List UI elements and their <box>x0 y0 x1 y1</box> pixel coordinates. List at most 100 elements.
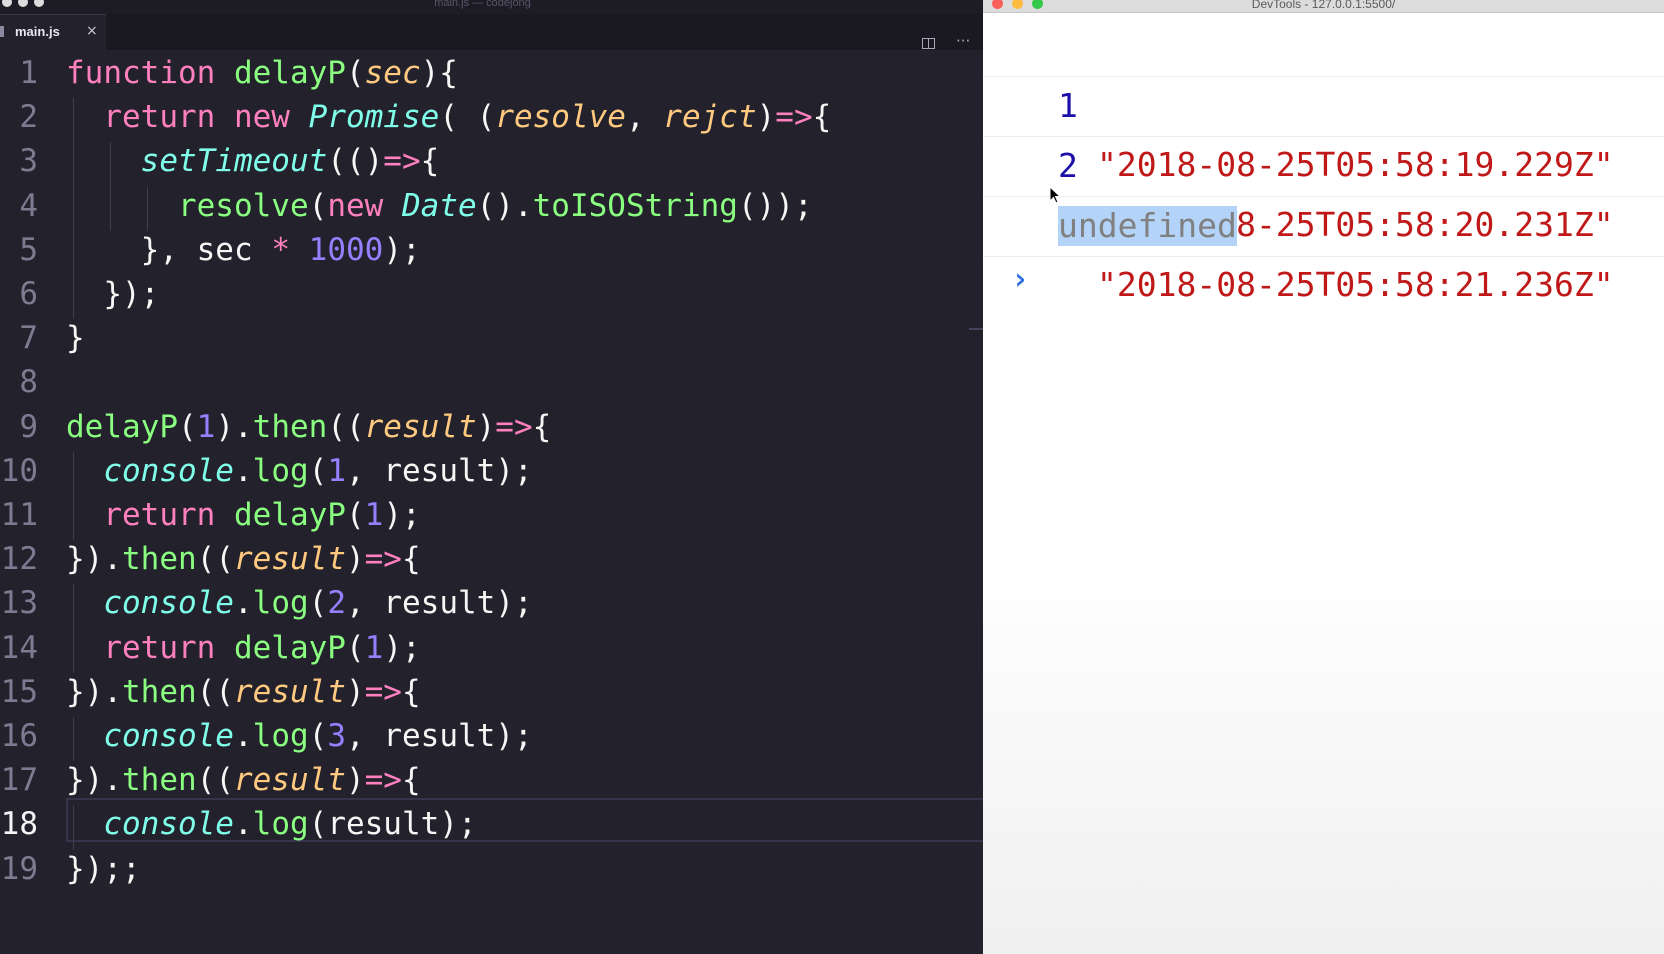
code-token: => <box>383 143 421 180</box>
code-token: log <box>252 718 309 754</box>
code-token: result <box>233 762 346 799</box>
code-text: console.log(1, result); <box>66 448 532 495</box>
more-actions-icon[interactable]: ··· <box>956 32 970 50</box>
line-number: 2 <box>19 99 38 136</box>
code-token: result <box>364 408 477 445</box>
code-line[interactable]: 14 return delayP(1); <box>0 625 983 672</box>
code-token: 1 <box>364 497 384 533</box>
code-token: { <box>812 99 832 136</box>
code-line[interactable]: 10 console.log(1, result); <box>0 448 983 495</box>
code-line[interactable]: 7} <box>0 315 983 362</box>
line-number: 11 <box>0 497 38 533</box>
code-token: (( <box>327 408 365 445</box>
code-line[interactable]: 11 return delayP(1); <box>0 492 983 539</box>
indent-guide <box>147 186 149 231</box>
code-token: delayP <box>233 497 346 533</box>
code-token: Date <box>401 187 477 224</box>
code-token: log <box>252 585 309 622</box>
devtools-window-title: DevTools - 127.0.0.1:5500/ <box>1251 0 1396 11</box>
code-token: . <box>233 806 253 843</box>
code-line[interactable]: 8 <box>0 359 983 406</box>
code-token: then <box>122 762 197 799</box>
code-token: 1000 <box>308 231 384 268</box>
code-token: ( <box>308 452 328 489</box>
console-prompt-icon[interactable]: › <box>1011 262 1029 297</box>
code-token: ( <box>345 629 365 666</box>
line-number: 7 <box>19 320 38 357</box>
line-number: 14 <box>0 629 38 666</box>
code-text: return delayP(1); <box>66 492 420 539</box>
code-token: ( <box>177 408 197 445</box>
code-token: => <box>364 762 402 799</box>
line-number: 8 <box>19 364 38 401</box>
code-line[interactable]: 9 delayP(1).then((result)=>{ <box>0 404 983 451</box>
code-token: log <box>252 452 309 489</box>
code-line[interactable]: 18 console.log(result); <box>0 798 983 848</box>
line-number: 10 <box>0 452 38 489</box>
code-line[interactable]: 15}).then((result)=>{ <box>0 669 983 716</box>
code-token: }). <box>66 762 122 799</box>
code-token: { <box>401 541 421 578</box>
code-token: return <box>103 629 216 666</box>
close-icon[interactable]: × <box>86 23 98 39</box>
code-token: resolve <box>177 187 309 224</box>
code-line[interactable]: 5 }, sec * 1000); <box>0 227 983 274</box>
split-editor-icon[interactable] <box>922 38 935 49</box>
editor-titlebar: main.js — codejong <box>0 0 983 14</box>
code-text: setTimeout(()=>{ <box>66 138 440 185</box>
code-token: });; <box>66 850 141 887</box>
code-line[interactable]: 6 }); <box>0 271 983 318</box>
code-line[interactable]: 13 console.log(2, result); <box>0 580 983 627</box>
tab-main-js[interactable]: main.js × <box>0 14 106 50</box>
indent-guide <box>72 98 74 320</box>
code-token: ( <box>308 585 328 622</box>
code-token: }); <box>66 276 160 312</box>
code-token: setTimeout <box>140 143 328 180</box>
code-line[interactable]: 16 console.log(3, result); <box>0 713 983 760</box>
code-token: result <box>233 541 346 578</box>
console-message: 1 "2018-08-25T05:58:19.229Z" <box>983 17 1664 184</box>
code-line[interactable]: 12}).then((result)=>{ <box>0 536 983 583</box>
code-token: . <box>233 452 253 489</box>
code-line[interactable]: 19});; <box>0 846 983 893</box>
code-token: delayP <box>233 629 346 666</box>
code-token: sec <box>364 55 421 91</box>
code-text: }).then((result)=>{ <box>66 669 421 716</box>
code-token: ){ <box>420 55 458 91</box>
code-token: => <box>495 408 533 445</box>
code-token: ) <box>345 541 365 578</box>
code-token: { <box>401 762 421 799</box>
line-number: 12 <box>0 541 38 578</box>
code-line[interactable]: 17}).then((result)=>{ <box>0 757 983 804</box>
code-editor: main.js — codejong main.js × ··· 1 functi… <box>0 0 983 954</box>
code-line[interactable]: 2 return new Promise( (resolve, rejct)=>… <box>0 94 983 141</box>
console-message: 2 "2018-08-25T05:58:20.231Z" <box>983 77 1664 244</box>
line-number: 4 <box>19 187 38 224</box>
indent-guide <box>72 584 74 673</box>
return-value-text[interactable]: undefined <box>1058 206 1237 246</box>
code-token: * <box>271 231 290 268</box>
code-token: console <box>103 718 234 754</box>
console-message: 3 "2018-08-25T05:58:21.236Z" <box>983 137 1664 304</box>
code-token: return <box>103 497 216 533</box>
indent-guide <box>72 717 74 762</box>
line-number: 18 <box>0 806 38 843</box>
code-token: 1 <box>364 629 384 666</box>
code-token: . <box>233 585 253 622</box>
code-text: console.log(3, result); <box>66 713 532 760</box>
code-line[interactable]: 1 function delayP(sec){ <box>0 50 983 97</box>
code-token: ) <box>345 762 365 799</box>
code-token: 1 <box>196 408 216 445</box>
code-token: ( <box>345 497 365 533</box>
console-return-value: undefined <box>983 197 1664 257</box>
code-line[interactable]: 3 setTimeout(()=>{ <box>0 138 983 185</box>
code-token: (() <box>327 143 384 180</box>
